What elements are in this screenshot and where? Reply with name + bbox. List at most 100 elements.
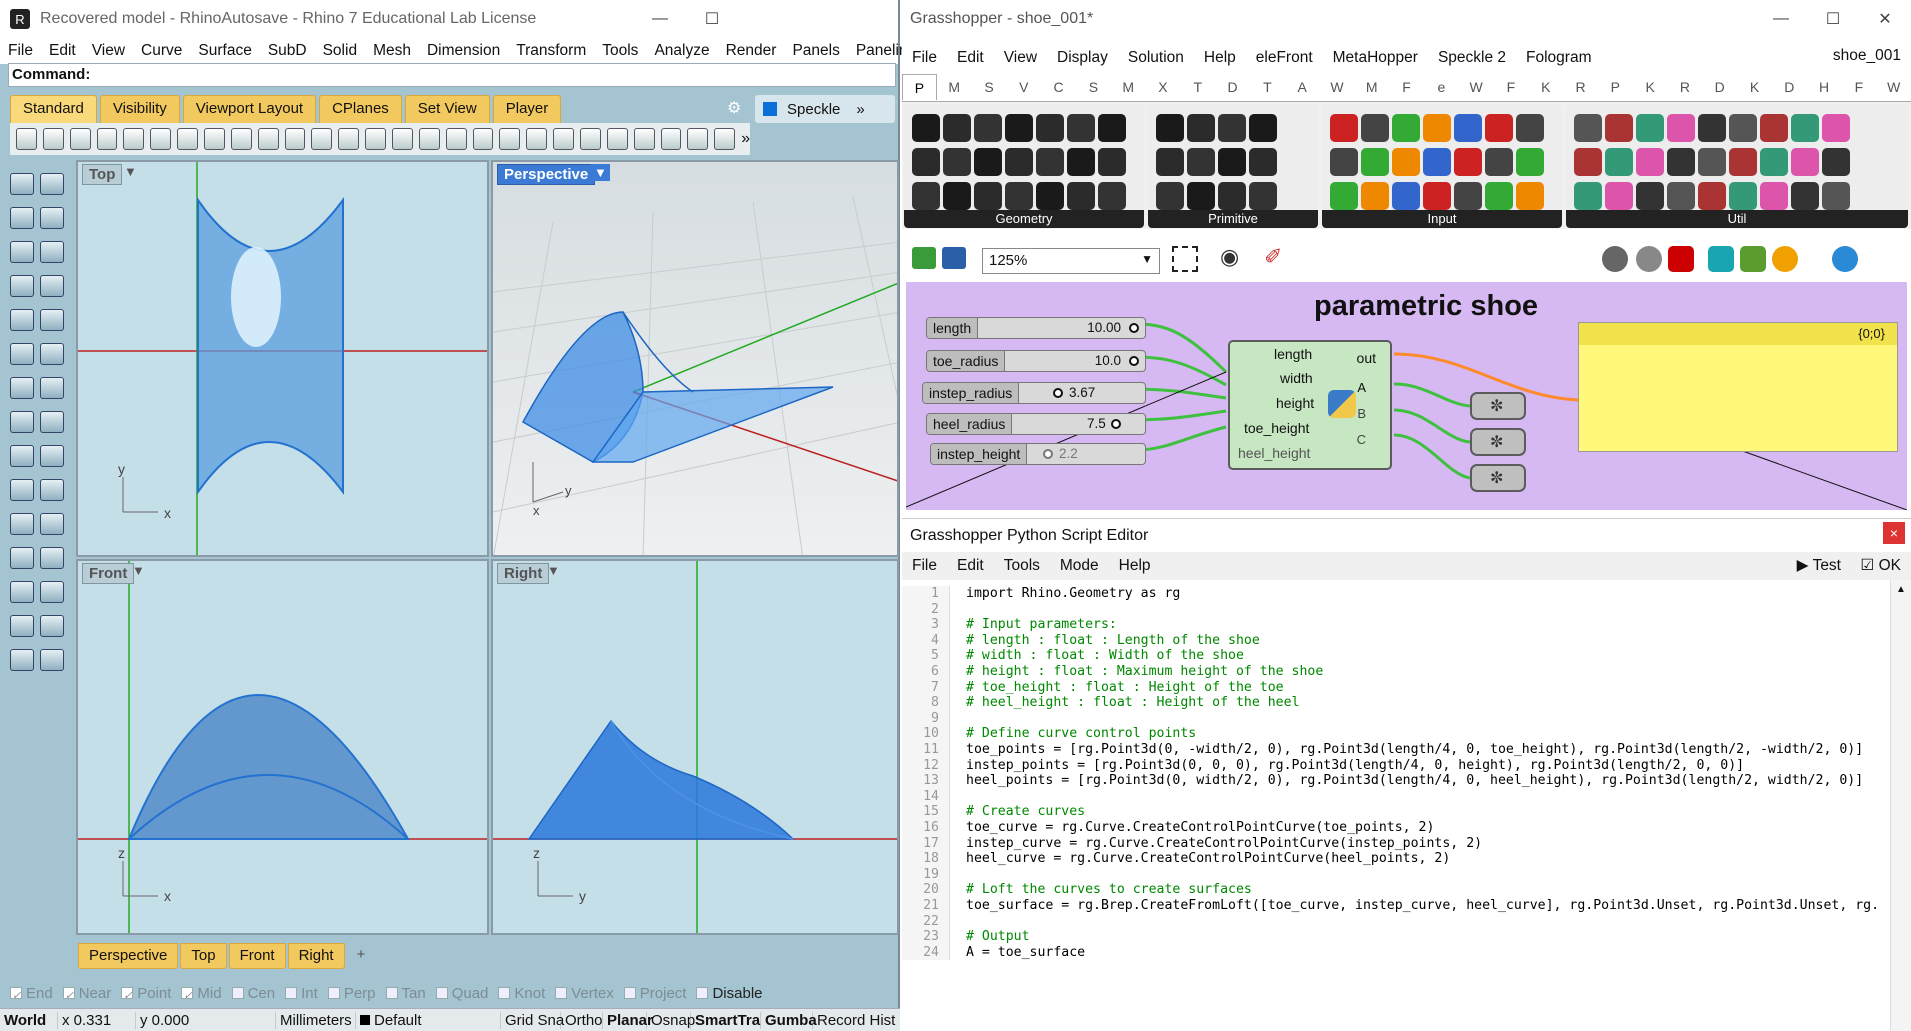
gh-component-icon[interactable] (974, 114, 1002, 142)
status-osnap[interactable]: Osnap (647, 1011, 695, 1029)
gh-category-tab[interactable]: R (1563, 79, 1598, 95)
dimension-icon[interactable] (40, 547, 64, 569)
gh-component-icon[interactable] (1156, 114, 1184, 142)
gh-component-icon[interactable] (1218, 114, 1246, 142)
gh-component-icon[interactable] (1636, 182, 1664, 210)
gh-component-icon[interactable] (1067, 114, 1095, 142)
undo-icon[interactable] (230, 128, 252, 150)
pe-menu-help[interactable]: Help (1109, 557, 1161, 575)
gh-menu-elefront[interactable]: eleFront (1246, 49, 1323, 67)
rhino-menu-analyze[interactable]: Analyze (646, 42, 717, 60)
snap-tan[interactable]: Tan (385, 985, 426, 1002)
minimize-icon[interactable]: — (1755, 0, 1807, 38)
relay-c[interactable]: ✼ (1470, 464, 1526, 492)
gh-component-icon[interactable] (1187, 182, 1215, 210)
sphere-icon[interactable] (40, 411, 64, 433)
explode-icon[interactable] (10, 479, 34, 501)
vp-tab-perspective[interactable]: Perspective (78, 943, 179, 969)
zoom-extents-icon[interactable] (1172, 246, 1198, 272)
gh-category-tab[interactable]: V (1006, 79, 1041, 95)
undo-view-icon[interactable] (418, 128, 440, 150)
gh-category-tab[interactable]: K (1737, 79, 1772, 95)
rhino-menu-dimension[interactable]: Dimension (419, 42, 508, 60)
gh-component-icon[interactable] (1485, 114, 1513, 142)
cplane-icon[interactable] (472, 128, 494, 150)
gh-component-icon[interactable] (1067, 148, 1095, 176)
gh-component-icon[interactable] (1098, 148, 1126, 176)
gh-category-tab[interactable]: S (972, 79, 1007, 95)
paint-icon[interactable] (1740, 246, 1766, 272)
gh-component-icon[interactable] (1454, 114, 1482, 142)
slider-handle[interactable] (1129, 323, 1139, 333)
gh-component-icon[interactable] (1005, 114, 1033, 142)
offset-icon[interactable] (40, 343, 64, 365)
rhino-menu-surface[interactable]: Surface (190, 42, 259, 60)
gh-menu-metahopper[interactable]: MetaHopper (1323, 49, 1428, 67)
render-mesh-icon[interactable] (10, 615, 34, 637)
snap-point[interactable]: Point (121, 985, 171, 1002)
gh-component-icon[interactable] (1574, 148, 1602, 176)
slider-handle[interactable] (1043, 449, 1053, 459)
group-icon[interactable] (40, 581, 64, 603)
save-icon[interactable] (69, 128, 91, 150)
gh-component-icon[interactable] (1249, 182, 1277, 210)
viewport-right-label[interactable]: Right (497, 563, 550, 584)
plane-icon[interactable] (40, 377, 64, 399)
panel-util-label[interactable]: Util (1566, 210, 1908, 228)
gh-category-tab[interactable]: X (1146, 79, 1181, 95)
snap-disable[interactable]: Disable (696, 985, 763, 1002)
gh-category-tab[interactable]: D (1215, 79, 1250, 95)
panel-geometry-label[interactable]: Geometry (904, 210, 1144, 228)
curve-ops-icon[interactable] (40, 309, 64, 331)
status-cplane[interactable]: World (0, 1011, 58, 1029)
rectangle-icon[interactable] (40, 275, 64, 297)
close-icon[interactable]: ✕ (1859, 0, 1911, 38)
tab-viewport-layout[interactable]: Viewport Layout (182, 95, 317, 123)
slider-length[interactable]: length 10.00 (926, 317, 1146, 339)
render-icon[interactable] (714, 128, 736, 150)
viewport-front[interactable]: x z Front ▼ (76, 559, 489, 935)
check-icon[interactable] (40, 615, 64, 637)
gh-component-icon[interactable] (943, 114, 971, 142)
chevron-down-icon[interactable]: ▼ (132, 563, 145, 578)
polyline-icon[interactable] (10, 207, 34, 229)
gh-component-icon[interactable] (1249, 114, 1277, 142)
lock-icon[interactable] (553, 128, 575, 150)
gh-component-icon[interactable] (1098, 114, 1126, 142)
command-line[interactable]: Command: (8, 63, 896, 87)
gh-component-icon[interactable] (1698, 182, 1726, 210)
slider-toe-radius[interactable]: toe_radius 10.0 (926, 350, 1146, 372)
speckle-panel-tab[interactable]: Speckle » (755, 95, 895, 123)
gh-component-icon[interactable] (1791, 182, 1819, 210)
gh-component-icon[interactable] (1218, 182, 1246, 210)
gh-component-icon[interactable] (974, 182, 1002, 210)
pe-menu-edit[interactable]: Edit (947, 557, 994, 575)
gh-component-icon[interactable] (974, 148, 1002, 176)
snap-cen[interactable]: Cen (231, 985, 275, 1002)
gh-component-icon[interactable] (1698, 148, 1726, 176)
snap-knot[interactable]: Knot (498, 985, 545, 1002)
pe-menu-mode[interactable]: Mode (1050, 557, 1109, 575)
gh-component-icon[interactable] (1187, 148, 1215, 176)
gh-component-icon[interactable] (1729, 182, 1757, 210)
paint-icon[interactable] (40, 649, 64, 671)
tab-player[interactable]: Player (492, 95, 562, 123)
rhino-menu-mesh[interactable]: Mesh (365, 42, 419, 60)
copy-icon[interactable] (177, 128, 199, 150)
gh-menu-view[interactable]: View (994, 49, 1047, 67)
vp-tab-top[interactable]: Top (180, 943, 227, 969)
gh-component-icon[interactable] (1392, 148, 1420, 176)
status-ortho[interactable]: Ortho (561, 1011, 603, 1029)
minimize-icon[interactable]: — (634, 0, 686, 38)
gh-category-tab[interactable]: F (1389, 79, 1424, 95)
zoom-icon[interactable] (311, 128, 333, 150)
snap-quad[interactable]: Quad (435, 985, 488, 1002)
circle-icon[interactable] (10, 241, 34, 263)
box-icon[interactable] (10, 411, 34, 433)
test-button[interactable]: ▶ Test (1797, 556, 1841, 575)
gh-component-icon[interactable] (1667, 182, 1695, 210)
gh-component-icon[interactable] (1330, 114, 1358, 142)
relay-a[interactable]: ✼ (1470, 392, 1526, 420)
chevron-down-icon[interactable]: ▼ (591, 164, 610, 181)
gh-component-icon[interactable] (1392, 182, 1420, 210)
